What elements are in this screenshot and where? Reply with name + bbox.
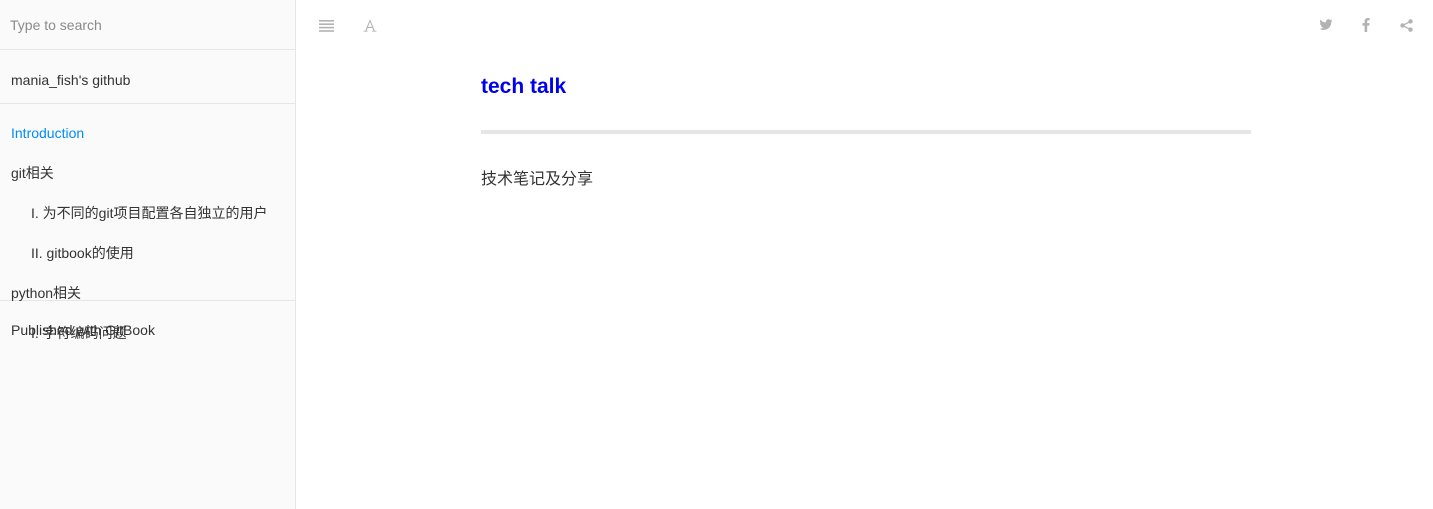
twitter-share-button[interactable]	[1315, 14, 1337, 36]
sidebar-footer-section: Published with GitBook	[0, 301, 295, 360]
main-content: tech talk 技术笔记及分享	[296, 0, 1433, 509]
search-box	[0, 0, 295, 50]
sidebar-item-gitbook-usage[interactable]: II. gitbook的使用	[0, 243, 295, 283]
menu-toggle-button[interactable]	[315, 14, 337, 36]
facebook-icon	[1362, 18, 1370, 32]
sidebar-toc: Introduction git相关 I. 为不同的git项目配置各自独立的用户…	[0, 104, 295, 341]
sidebar-header-section: mania_fish's github	[0, 50, 295, 104]
font-settings-icon	[363, 19, 377, 32]
page-title: tech talk	[481, 75, 567, 98]
sidebar-item-git-user-config[interactable]: I. 为不同的git项目配置各自独立的用户	[0, 203, 295, 243]
facebook-share-button[interactable]	[1355, 14, 1377, 36]
search-input[interactable]	[0, 0, 295, 49]
menu-icon	[318, 19, 334, 32]
font-settings-button[interactable]	[359, 14, 381, 36]
sidebar-item-introduction[interactable]: Introduction	[0, 123, 295, 163]
share-button[interactable]	[1395, 14, 1417, 36]
gitbook-app: mania_fish's github Introduction git相关 I…	[0, 0, 1433, 509]
page-body-text: 技术笔记及分享	[481, 171, 594, 188]
title-divider	[481, 130, 1251, 134]
sidebar: mania_fish's github Introduction git相关 I…	[0, 0, 296, 509]
share-icon	[1399, 18, 1413, 32]
twitter-icon	[1319, 19, 1333, 30]
sidebar-item-git[interactable]: git相关	[0, 163, 295, 203]
